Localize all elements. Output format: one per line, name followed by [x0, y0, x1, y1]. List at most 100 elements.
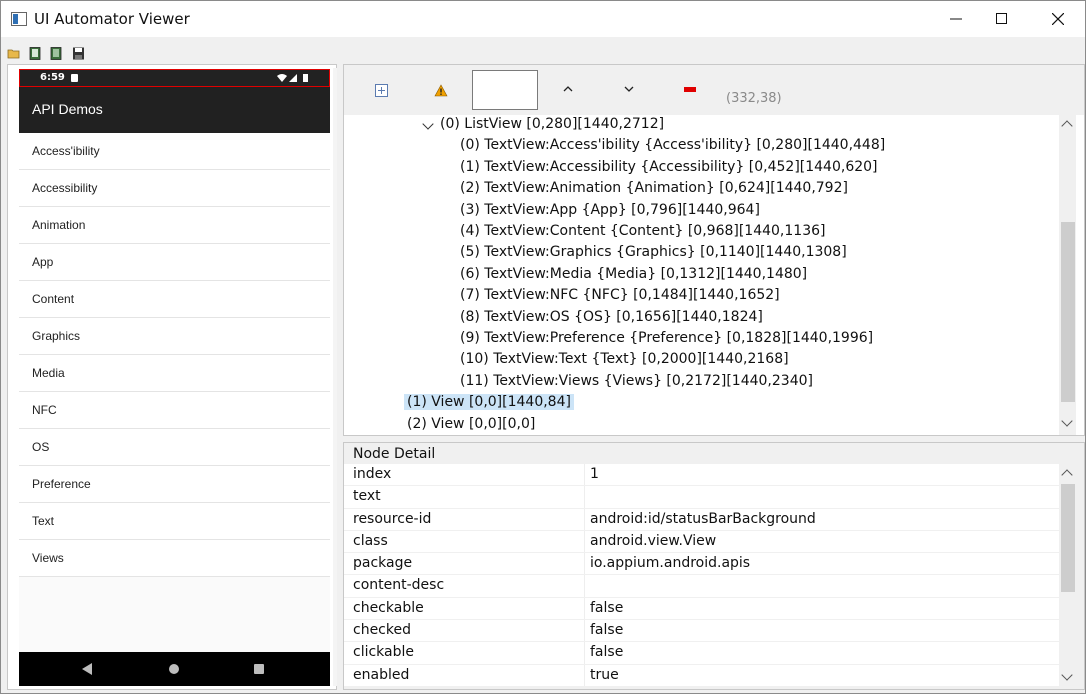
scroll-down-icon[interactable]	[1061, 415, 1073, 427]
tree-node-label: (4) TextView:Content {Content} [0,968][1…	[460, 223, 826, 239]
coordinates-readout: (332,38)	[726, 91, 782, 106]
minimize-button[interactable]	[933, 1, 979, 37]
next-match-button[interactable]	[619, 80, 639, 100]
tree-expand-chevron-icon[interactable]	[422, 118, 434, 130]
detail-row[interactable]: index 1	[344, 464, 1060, 487]
list-item-label: App	[32, 255, 54, 269]
list-item[interactable]: Views	[19, 540, 330, 577]
column-divider	[584, 553, 585, 575]
list-item[interactable]: Content	[19, 281, 330, 318]
tree-node-label: (5) TextView:Graphics {Graphics} [0,1140…	[460, 244, 847, 261]
scroll-up-icon[interactable]	[1061, 120, 1073, 132]
home-icon[interactable]	[169, 664, 179, 674]
list-item-label: Access'ibility	[32, 144, 100, 158]
hierarchy-panel: (332,38) (0) ListView [0,280][1440,2712]…	[343, 64, 1085, 436]
list-item[interactable]: OS	[19, 429, 330, 466]
detail-row[interactable]: resource-id android:id/statusBarBackgroun…	[344, 508, 1060, 531]
detail-row[interactable]: enabled true	[344, 664, 1060, 687]
list-item-label: Views	[32, 551, 64, 565]
detail-key: index	[353, 466, 392, 482]
detail-value: false	[590, 599, 624, 616]
notification-icon	[71, 74, 78, 82]
hierarchy-tree: (0) ListView [0,280][1440,2712] (0) TextV…	[344, 115, 1060, 435]
device-screen[interactable]: 6:59 API Demos Access'ibility Accessibili…	[19, 69, 330, 686]
detail-row[interactable]: checked false	[344, 620, 1060, 643]
list-item[interactable]: Accessibility	[19, 170, 330, 207]
device-screenshot-icon[interactable]	[29, 45, 43, 60]
list-item-label: Accessibility	[32, 181, 98, 195]
node-detail-table: index 1 text resource-id android:id/statusBa…	[344, 464, 1060, 687]
maximize-button[interactable]	[979, 1, 1025, 37]
chevron-up-icon	[563, 86, 573, 92]
tree-node-label: (11) TextView:Views {Views} [0,2172][144…	[460, 372, 813, 389]
close-icon	[1052, 13, 1064, 25]
detail-row[interactable]: text	[344, 486, 1060, 509]
tree-node-label: (2) View [0,0][0,0]	[407, 415, 536, 432]
open-folder-icon[interactable]	[7, 45, 21, 59]
detail-scroll-thumb[interactable]	[1061, 484, 1075, 592]
list-item[interactable]: Preference	[19, 466, 330, 503]
tree-node-label: (2) TextView:Animation {Animation} [0,62…	[460, 180, 848, 197]
detail-row[interactable]: content-desc	[344, 575, 1060, 598]
scroll-up-icon[interactable]	[1061, 469, 1073, 481]
detail-key: clickable	[353, 644, 415, 661]
tree-node-label: (1) TextView:Accessibility {Accessibilit…	[460, 158, 878, 175]
tree-node-label: (3) TextView:App {App} [0,796][1440,964]	[460, 201, 760, 218]
column-divider	[584, 464, 585, 486]
app-icon	[11, 12, 27, 26]
list-item-label: Media	[32, 366, 65, 380]
recents-icon[interactable]	[254, 664, 264, 674]
column-divider	[584, 642, 585, 664]
maximize-icon	[996, 13, 1007, 24]
list-item-label: Text	[32, 514, 55, 528]
save-icon[interactable]	[72, 45, 86, 60]
previous-match-button[interactable]	[558, 80, 578, 100]
search-input[interactable]	[472, 70, 538, 110]
screenshot-scrollbar[interactable]	[333, 68, 337, 686]
column-divider	[584, 530, 585, 553]
list-item[interactable]: Access'ibility	[19, 133, 330, 170]
list-item[interactable]: App	[19, 244, 330, 281]
tree-node-label: (0) ListView [0,280][1440,2712]	[440, 116, 665, 132]
list-item-label: Preference	[32, 477, 91, 491]
list-item[interactable]: Graphics	[19, 318, 330, 355]
status-indicators-icon	[277, 74, 308, 82]
expand-all-icon[interactable]	[371, 80, 391, 100]
remove-icon[interactable]	[680, 80, 700, 100]
detail-key: resource-id	[353, 510, 432, 527]
tree-node-label: (1) View [0,0][1440,84]	[404, 394, 574, 411]
detail-scrollbar[interactable]	[1059, 464, 1076, 689]
column-divider	[584, 486, 585, 508]
detail-row[interactable]: checkable false	[344, 597, 1060, 621]
device-action-bar: API Demos	[19, 87, 330, 133]
list-item[interactable]: Media	[19, 355, 330, 392]
column-divider	[584, 620, 585, 642]
list-item[interactable]: Animation	[19, 207, 330, 244]
detail-row[interactable]: clickable false	[344, 642, 1060, 665]
scroll-down-icon[interactable]	[1061, 669, 1073, 681]
app-window: UI Automator Viewer 6:59 API Demos Acces…	[0, 0, 1086, 694]
minimize-icon	[950, 18, 962, 20]
main-toolbar	[1, 39, 1085, 63]
column-divider	[584, 508, 585, 530]
tree-node-label: (9) TextView:Preference {Preference} [0,…	[460, 330, 874, 346]
close-button[interactable]	[1035, 1, 1081, 37]
list-item-label: OS	[32, 440, 50, 454]
list-item[interactable]: NFC	[19, 392, 330, 429]
tree-scrollbar[interactable]	[1059, 115, 1076, 435]
detail-key: enabled	[353, 666, 410, 683]
list-item[interactable]: Text	[19, 503, 330, 540]
window-title: UI Automator Viewer	[34, 10, 190, 28]
list-item-label: Content	[32, 292, 75, 306]
node-detail-panel: Node Detail index 1 text resource-id android…	[343, 442, 1085, 690]
detail-key: text	[353, 488, 381, 505]
detail-row[interactable]: class android.view.View	[344, 530, 1060, 554]
detail-key: checkable	[353, 599, 424, 616]
device-status-bar[interactable]: 6:59	[19, 69, 330, 87]
device-screenshot-compressed-icon[interactable]	[50, 45, 64, 60]
detail-row[interactable]: package io.appium.android.apis	[344, 553, 1060, 576]
tree-scroll-thumb[interactable]	[1061, 222, 1075, 402]
warning-icon[interactable]	[431, 80, 451, 100]
title-bar: UI Automator Viewer	[1, 1, 1085, 37]
back-icon[interactable]	[82, 663, 92, 675]
